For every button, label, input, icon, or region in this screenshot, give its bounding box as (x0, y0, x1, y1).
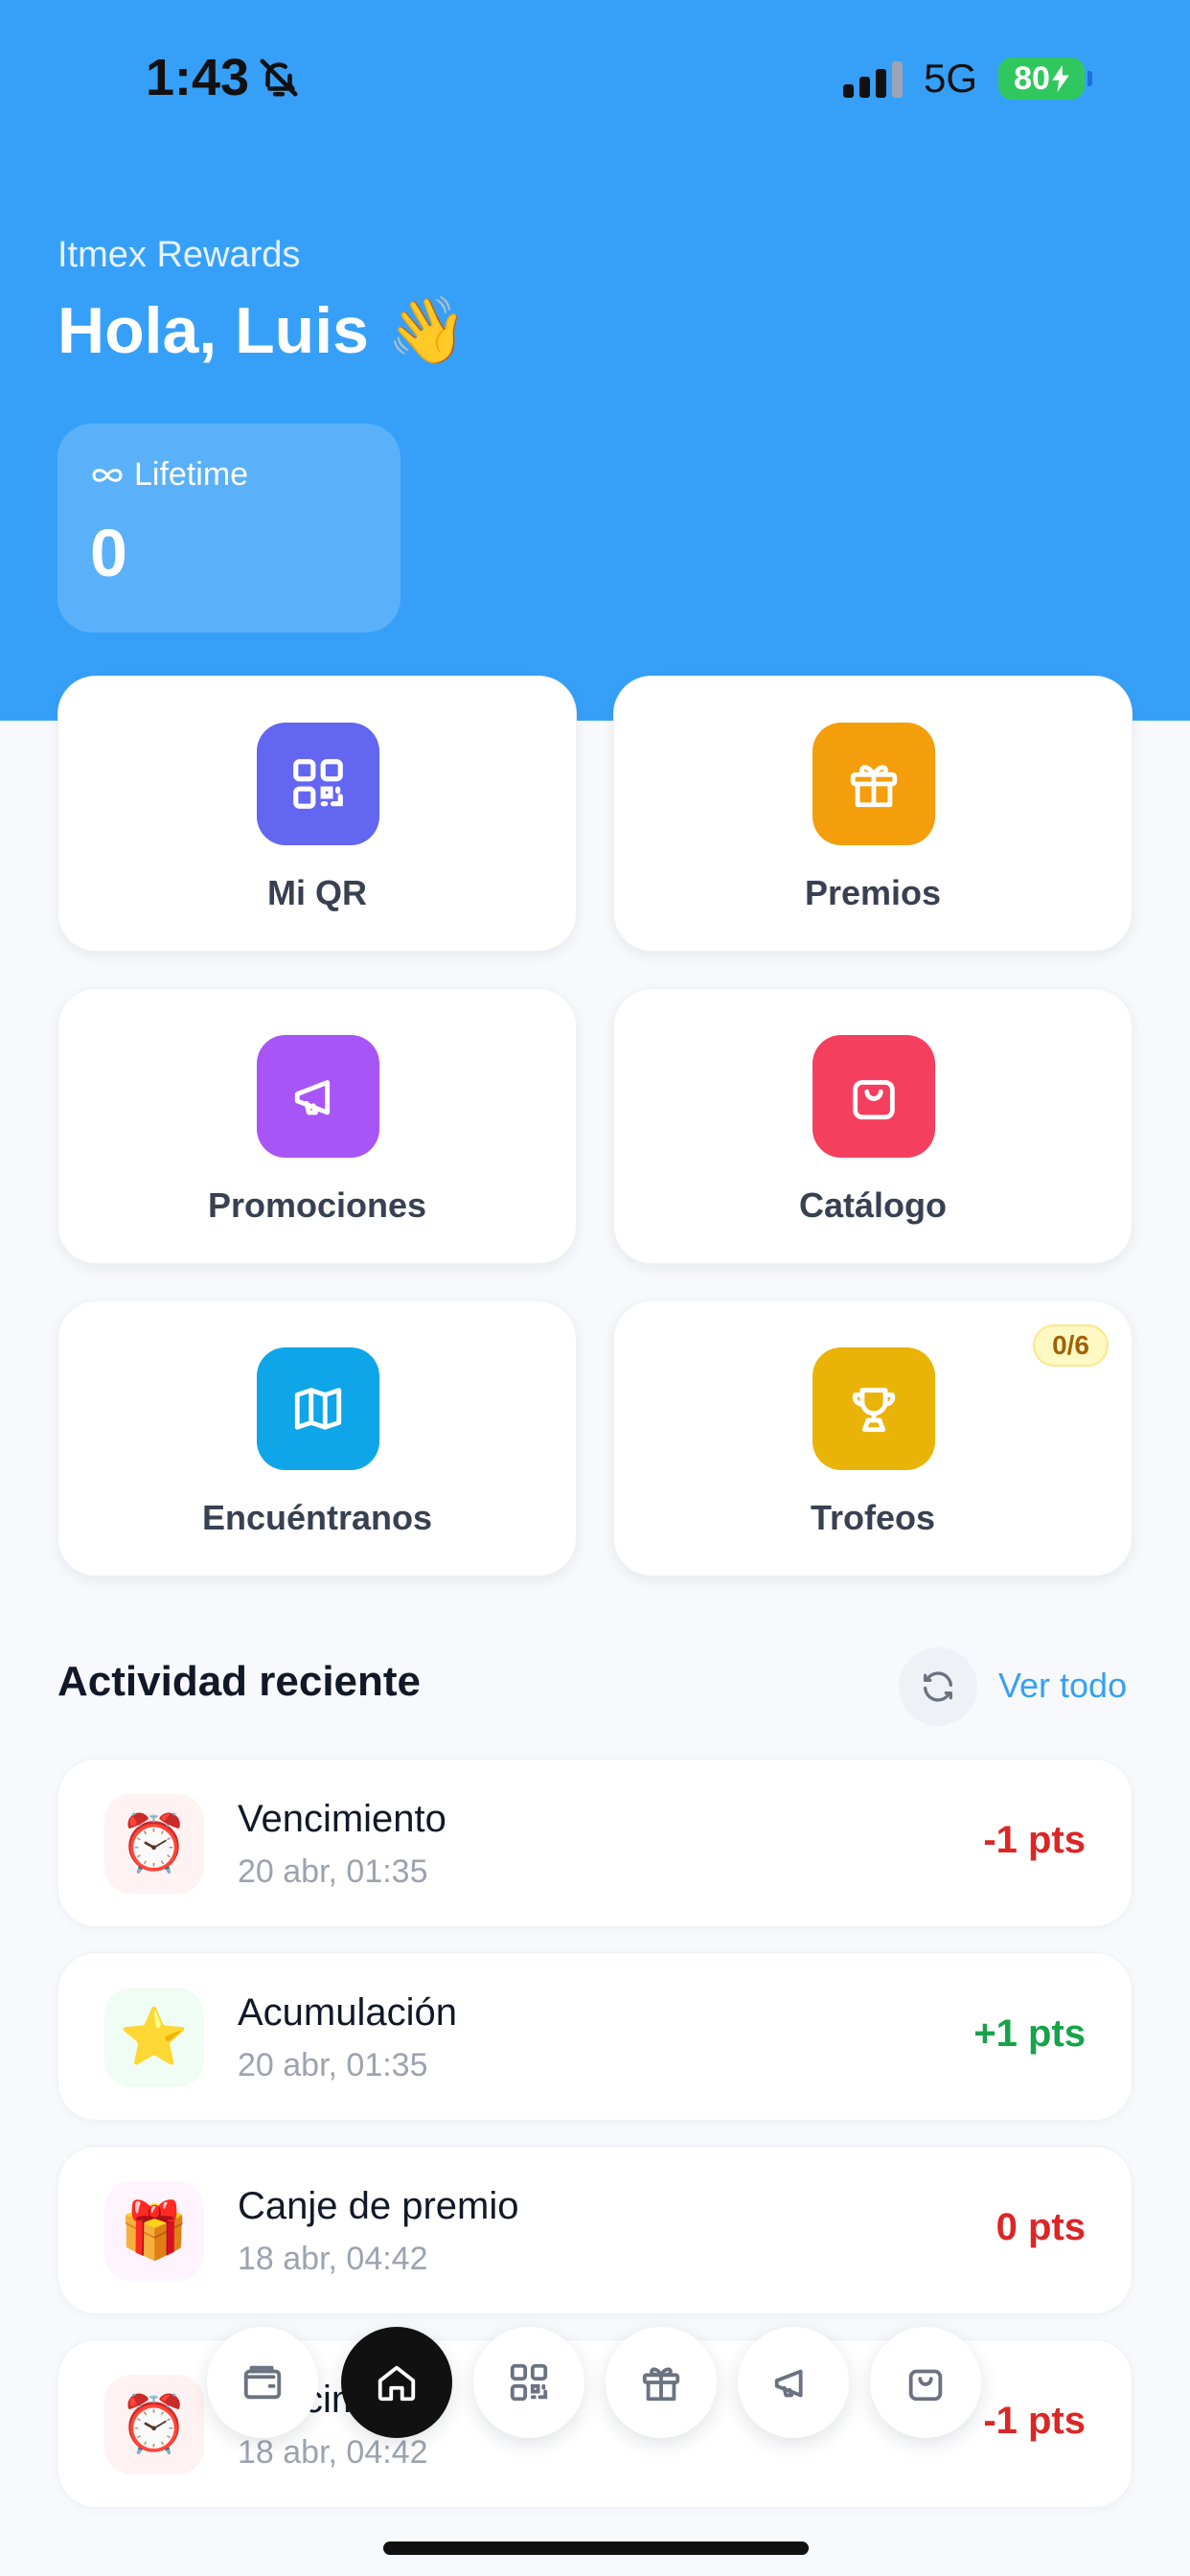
lifetime-value: 0 (90, 516, 127, 590)
activity-title: Acumulación (238, 1991, 458, 2034)
tile-trofeos[interactable]: 0/6 Trofeos (613, 1300, 1133, 1576)
lifetime-label: Lifetime (134, 456, 249, 493)
activity-points: -1 pts (983, 1819, 1086, 1861)
activity-item[interactable]: ⏰ Vencimiento 20 abr, 01:35 -1 pts (57, 1759, 1133, 1927)
alarm-clock-icon: ⏰ (104, 1794, 204, 1894)
trophy-icon (812, 1347, 935, 1470)
lifetime-points-card: Lifetime 0 (57, 424, 400, 632)
refresh-button[interactable] (899, 1647, 977, 1726)
activity-points: +1 pts (973, 2012, 1086, 2055)
bell-muted-icon (260, 58, 298, 97)
alarm-clock-icon: ⏰ (104, 2375, 204, 2474)
nav-promotions-button[interactable] (738, 2327, 849, 2438)
nav-catalog-button[interactable] (870, 2327, 981, 2438)
trophy-progress-badge: 0/6 (1033, 1324, 1109, 1367)
map-icon (257, 1347, 379, 1470)
shopping-bag-icon (908, 2369, 943, 2402)
battery-level: 80 (1014, 59, 1050, 97)
activity-date: 20 abr, 01:35 (238, 1853, 428, 1890)
tile-mi-qr[interactable]: Mi QR (57, 676, 577, 952)
app-name: Itmex Rewards (57, 235, 301, 275)
gift-box-icon: 🎁 (104, 2181, 204, 2281)
megaphone-icon (774, 2369, 803, 2398)
activity-points: 0 pts (995, 2206, 1086, 2248)
tile-label: Premios (804, 873, 942, 912)
megaphone-icon (257, 1035, 379, 1158)
refresh-icon (924, 1671, 952, 1702)
nav-qr-button[interactable] (473, 2327, 584, 2438)
tile-label: Encuéntranos (201, 1498, 433, 1537)
nav-gift-button[interactable] (606, 2327, 717, 2438)
activity-points: -1 pts (983, 2400, 1086, 2442)
nav-home-button[interactable] (341, 2327, 452, 2438)
tile-encuentranos[interactable]: Encuéntranos (57, 1300, 577, 1576)
qr-code-icon (257, 723, 379, 845)
tile-label: Mi QR (267, 873, 367, 912)
tile-label: Promociones (207, 1185, 427, 1225)
wallet-icon (243, 2365, 282, 2400)
home-indicator (383, 2542, 809, 2555)
lifetime-label-row: Lifetime (90, 456, 368, 494)
star-icon: ⭐ (104, 1988, 204, 2087)
recent-activity-title: Actividad reciente (57, 1658, 422, 1705)
activity-date: 20 abr, 01:35 (238, 2047, 428, 2083)
home-icon (378, 2365, 416, 2402)
nav-wallet-button[interactable] (207, 2327, 318, 2438)
activity-title: Vencimiento (238, 1798, 446, 1840)
greeting-title: Hola, Luis 👋 (57, 294, 469, 367)
tile-premios[interactable]: Premios (613, 676, 1133, 952)
tile-label: Catálogo (798, 1185, 947, 1225)
activity-date: 18 abr, 04:42 (238, 2241, 428, 2277)
gift-icon (812, 723, 935, 845)
tile-catalogo[interactable]: Catálogo (613, 988, 1133, 1264)
activity-item[interactable]: ⭐ Acumulación 20 abr, 01:35 +1 pts (57, 1952, 1133, 2121)
signal-icon (842, 59, 903, 98)
activity-date: 18 abr, 04:42 (238, 2434, 428, 2471)
shopping-bag-icon (812, 1035, 935, 1158)
tile-promociones[interactable]: Promociones (57, 988, 577, 1264)
gift-icon (642, 2367, 680, 2402)
battery-icon: 80 (998, 58, 1092, 100)
network-label: 5G (923, 56, 977, 101)
qr-code-icon (510, 2363, 548, 2402)
status-time-text: 1:43 (146, 49, 250, 106)
tile-label: Trofeos (810, 1498, 936, 1537)
status-time: 1:43 (146, 48, 301, 107)
status-indicators: 5G 80 (842, 56, 1092, 102)
activity-title: Canje de premio (238, 2185, 519, 2227)
charging-bolt-icon (1052, 65, 1069, 92)
activity-item[interactable]: 🎁 Canje de premio 18 abr, 04:42 0 pts (57, 2146, 1133, 2314)
infinity-icon (92, 468, 123, 482)
see-all-link[interactable]: Ver todo (998, 1666, 1127, 1706)
